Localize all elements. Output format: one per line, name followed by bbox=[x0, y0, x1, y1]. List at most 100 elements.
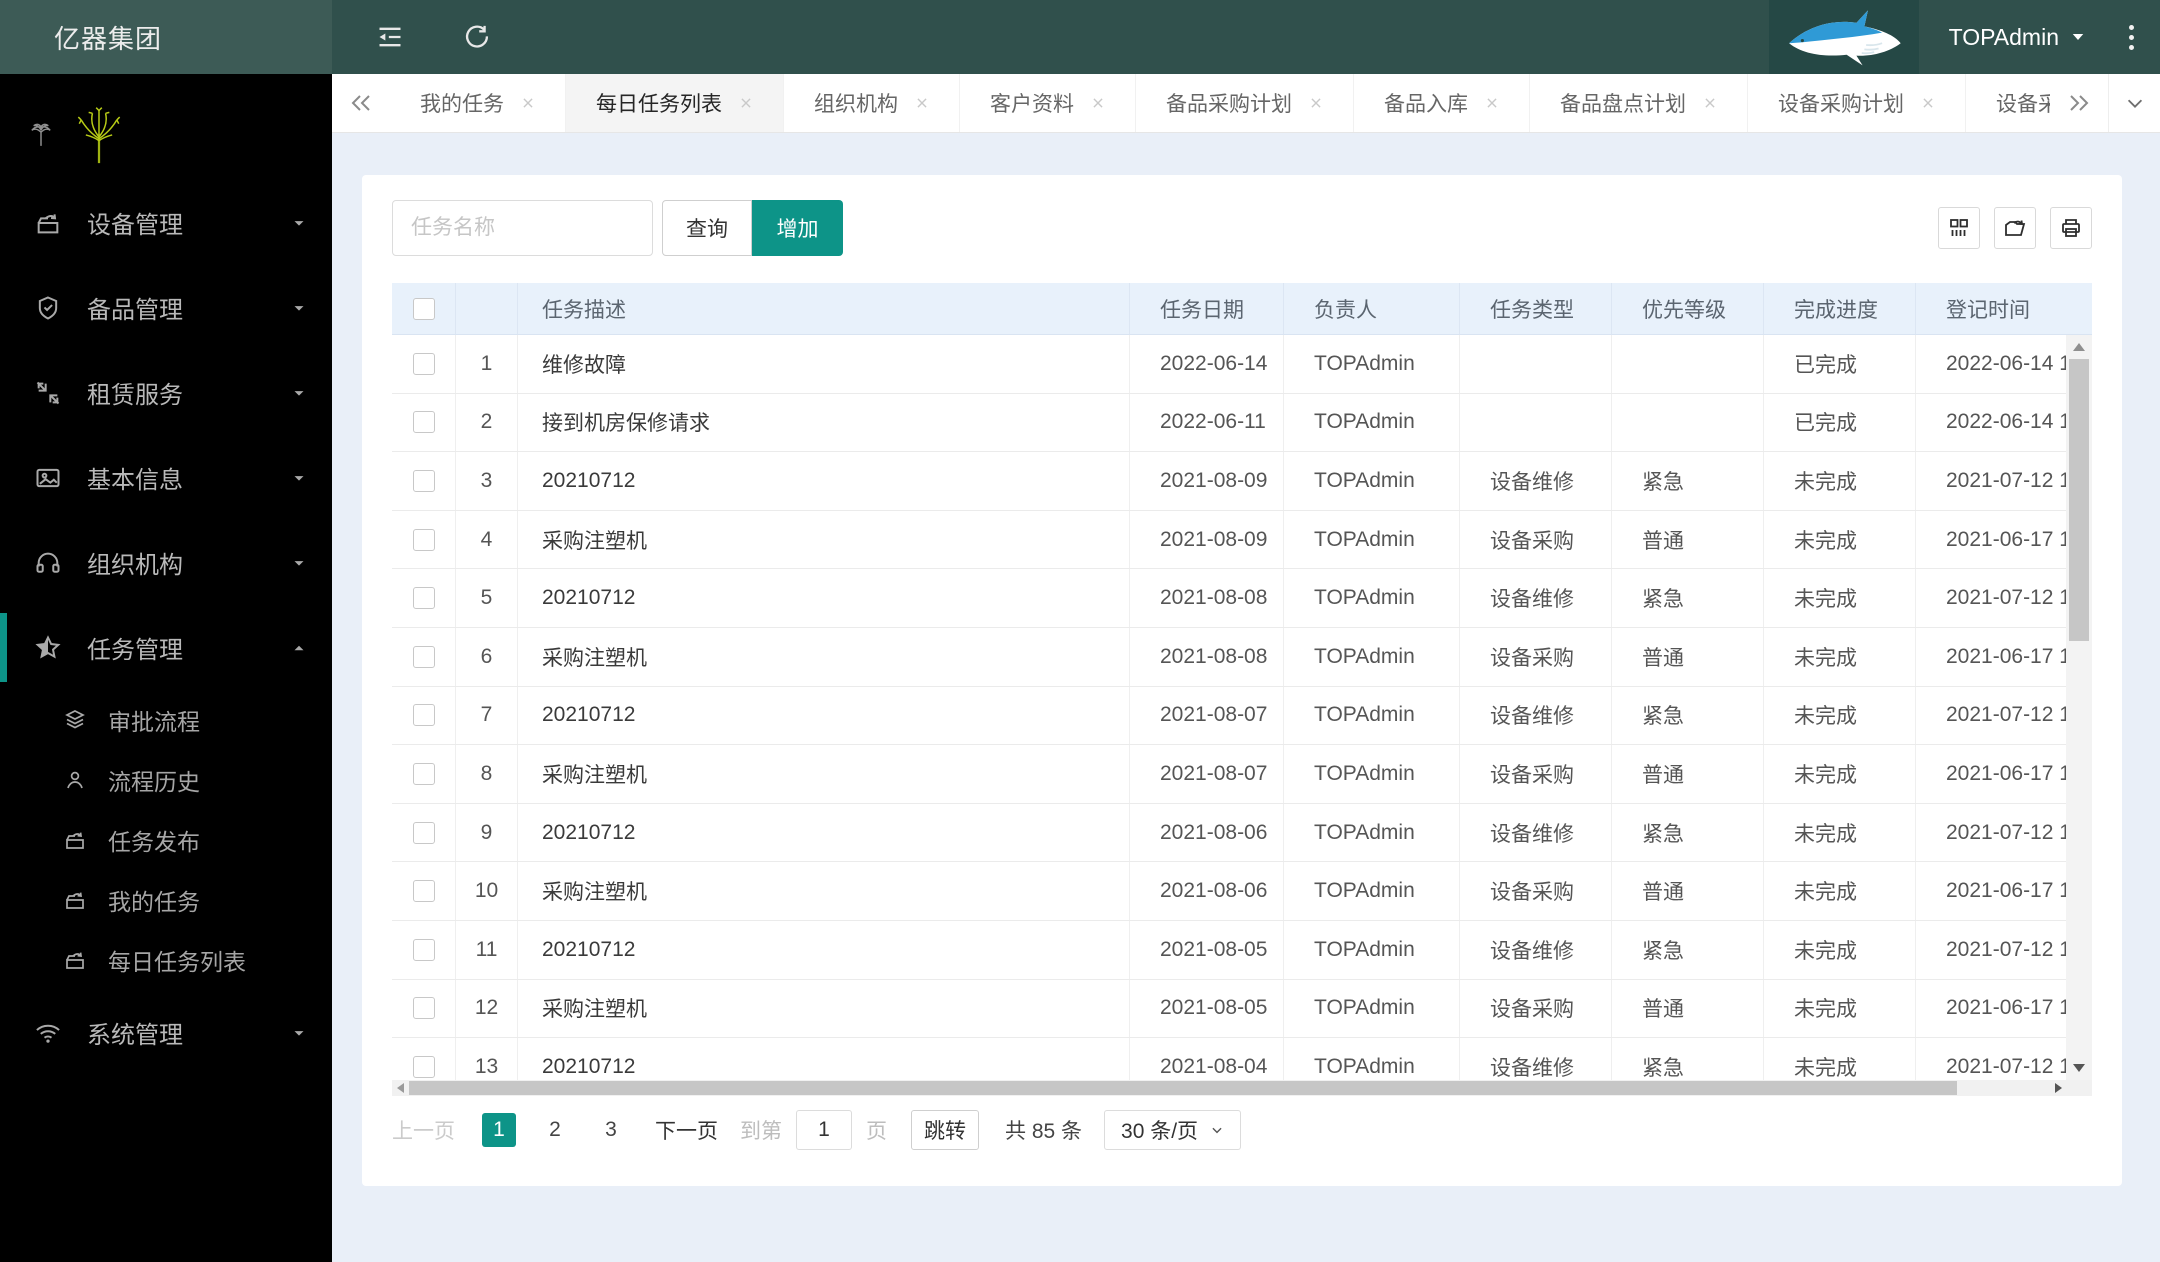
content-panel: 查询 增加 bbox=[362, 175, 2122, 1186]
vertical-scrollbar-thumb[interactable] bbox=[2069, 359, 2089, 641]
user-menu[interactable]: TOPAdmin bbox=[1949, 24, 2087, 51]
sidebar-item-spare-management[interactable]: 备品管理 bbox=[0, 265, 332, 350]
table-row: 6 采购注塑机 2021-08-08 TOPAdmin 设备采购 普通 未完成 … bbox=[392, 627, 2092, 687]
sidebar-item-label: 组织机构 bbox=[87, 552, 183, 579]
export-icon[interactable] bbox=[1994, 207, 2036, 249]
row-checkbox[interactable] bbox=[412, 469, 435, 492]
kebab-menu-icon[interactable] bbox=[2129, 24, 2134, 50]
task-type: 设备采购 bbox=[1460, 510, 1612, 569]
goto-label: 到第 bbox=[740, 1120, 782, 1143]
task-name-input[interactable] bbox=[392, 200, 653, 256]
row-checkbox[interactable] bbox=[412, 587, 435, 610]
task-date: 2022-06-11 bbox=[1130, 393, 1284, 452]
page-number-button[interactable]: 1 bbox=[482, 1113, 516, 1147]
columns-icon[interactable] bbox=[1938, 207, 1980, 249]
task-progress: 未完成 bbox=[1764, 979, 1916, 1038]
page-size-select[interactable]: 30 条/页 bbox=[1104, 1110, 1242, 1150]
page-number-button[interactable]: 2 bbox=[538, 1113, 572, 1147]
scroll-right-icon[interactable] bbox=[2050, 1080, 2066, 1096]
next-page-button[interactable]: 下一页 bbox=[655, 1115, 718, 1145]
row-checkbox[interactable] bbox=[412, 821, 435, 844]
task-desc: 采购注塑机 bbox=[518, 745, 1130, 803]
sidebar-item-approval-flow[interactable]: 审批流程 bbox=[0, 690, 332, 750]
horizontal-scrollbar[interactable] bbox=[392, 1080, 2092, 1096]
tab-close-icon[interactable] bbox=[1485, 96, 1499, 110]
task-priority: 紧急 bbox=[1612, 1038, 1764, 1080]
row-checkbox[interactable] bbox=[412, 997, 435, 1020]
tab-spare-inbound[interactable]: 备品入库 bbox=[1354, 74, 1530, 132]
page-numbers: 1 2 3 bbox=[471, 1113, 639, 1147]
tab-my-tasks[interactable]: 我的任务 bbox=[390, 74, 566, 132]
sidebar-logo bbox=[0, 88, 332, 180]
row-checkbox[interactable] bbox=[412, 762, 435, 785]
task-desc: 采购注塑机 bbox=[518, 862, 1130, 920]
sidebar-item-caret-icon bbox=[290, 469, 308, 487]
tab-device-purchase-plan[interactable]: 设备采购计划 bbox=[1748, 74, 1966, 132]
sidebar-item-rental-service[interactable]: 租赁服务 bbox=[0, 350, 332, 435]
tab-daily-task-list[interactable]: 每日任务列表 bbox=[566, 74, 784, 132]
tabs-dropdown-icon[interactable] bbox=[2108, 74, 2160, 132]
toolbar: 查询 增加 bbox=[392, 200, 2092, 256]
row-checkbox[interactable] bbox=[412, 880, 435, 903]
query-button[interactable]: 查询 bbox=[662, 200, 752, 256]
tab-close-icon[interactable] bbox=[1703, 96, 1717, 110]
tab-close-icon[interactable] bbox=[915, 96, 929, 110]
task-owner: TOPAdmin bbox=[1284, 510, 1460, 569]
select-all-checkbox[interactable] bbox=[412, 297, 435, 320]
tab-device-purchase-request[interactable]: 设备采购申请 bbox=[1966, 74, 2050, 132]
horizontal-scrollbar-thumb[interactable] bbox=[409, 1081, 1957, 1095]
page-number-button[interactable]: 3 bbox=[594, 1113, 628, 1147]
sidebar-item-task-management[interactable]: 任务管理 bbox=[0, 605, 332, 690]
refresh-icon[interactable] bbox=[462, 22, 492, 52]
vertical-scrollbar[interactable] bbox=[2066, 335, 2092, 1080]
tab-close-icon[interactable] bbox=[521, 96, 535, 110]
sidebar-item-device-management[interactable]: 设备管理 bbox=[0, 180, 332, 265]
row-checkbox[interactable] bbox=[412, 528, 435, 551]
tab-close-icon[interactable] bbox=[1921, 96, 1935, 110]
row-checkbox[interactable] bbox=[412, 704, 435, 727]
sidebar-item-basic-info[interactable]: 基本信息 bbox=[0, 435, 332, 520]
row-checkbox[interactable] bbox=[412, 938, 435, 961]
tab-close-icon[interactable] bbox=[1091, 96, 1105, 110]
jump-button[interactable]: 跳转 bbox=[911, 1110, 979, 1150]
sidebar-item-daily-task-list[interactable]: 每日任务列表 bbox=[0, 930, 332, 990]
scroll-left-icon[interactable] bbox=[392, 1080, 408, 1096]
task-date: 2021-08-09 bbox=[1130, 452, 1284, 510]
scroll-down-icon[interactable] bbox=[2066, 1058, 2092, 1078]
print-icon[interactable] bbox=[2050, 207, 2092, 249]
task-progress: 未完成 bbox=[1764, 686, 1916, 745]
tab-organization[interactable]: 组织机构 bbox=[784, 74, 960, 132]
row-checkbox[interactable] bbox=[412, 411, 435, 434]
collapse-sidebar-icon[interactable] bbox=[375, 22, 405, 52]
tab-customer-data[interactable]: 客户资料 bbox=[960, 74, 1136, 132]
tab-close-icon[interactable] bbox=[1309, 96, 1323, 110]
row-checkbox[interactable] bbox=[412, 1055, 435, 1078]
add-button[interactable]: 增加 bbox=[752, 200, 843, 256]
tab-close-icon[interactable] bbox=[739, 96, 753, 110]
task-desc: 20210712 bbox=[518, 920, 1130, 979]
task-type: 设备维修 bbox=[1460, 803, 1612, 862]
goto-page-input[interactable] bbox=[796, 1110, 852, 1150]
sidebar-item-flow-history[interactable]: 流程历史 bbox=[0, 750, 332, 810]
sidebar-item-organization[interactable]: 组织机构 bbox=[0, 520, 332, 605]
row-checkbox[interactable] bbox=[412, 352, 435, 375]
row-index: 8 bbox=[456, 745, 518, 803]
row-index: 5 bbox=[456, 569, 518, 627]
tab-label: 组织机构 bbox=[814, 93, 898, 116]
sidebar-item-label: 系统管理 bbox=[87, 1022, 183, 1049]
scroll-up-icon[interactable] bbox=[2066, 337, 2092, 357]
tab-bar: 我的任务 每日任务列表 组织机构 客户资料 备品采购计划 备品入库 备品盘点计划… bbox=[332, 74, 2160, 133]
sidebar-item-task-publish[interactable]: 任务发布 bbox=[0, 810, 332, 870]
prev-page-button[interactable]: 上一页 bbox=[392, 1115, 455, 1145]
sidebar-item-system-management[interactable]: 系统管理 bbox=[0, 990, 332, 1075]
tabs-scroll-right-icon[interactable] bbox=[2050, 74, 2108, 132]
tabs-scroll-left-icon[interactable] bbox=[332, 74, 390, 132]
sidebar-item-caret-icon bbox=[290, 214, 308, 232]
tab-spare-stocktake-plan[interactable]: 备品盘点计划 bbox=[1530, 74, 1748, 132]
row-index: 9 bbox=[456, 803, 518, 862]
row-checkbox[interactable] bbox=[412, 645, 435, 668]
task-date: 2021-08-06 bbox=[1130, 862, 1284, 920]
task-date: 2021-08-05 bbox=[1130, 920, 1284, 979]
sidebar-item-my-tasks[interactable]: 我的任务 bbox=[0, 870, 332, 930]
tab-spare-purchase-plan[interactable]: 备品采购计划 bbox=[1136, 74, 1354, 132]
